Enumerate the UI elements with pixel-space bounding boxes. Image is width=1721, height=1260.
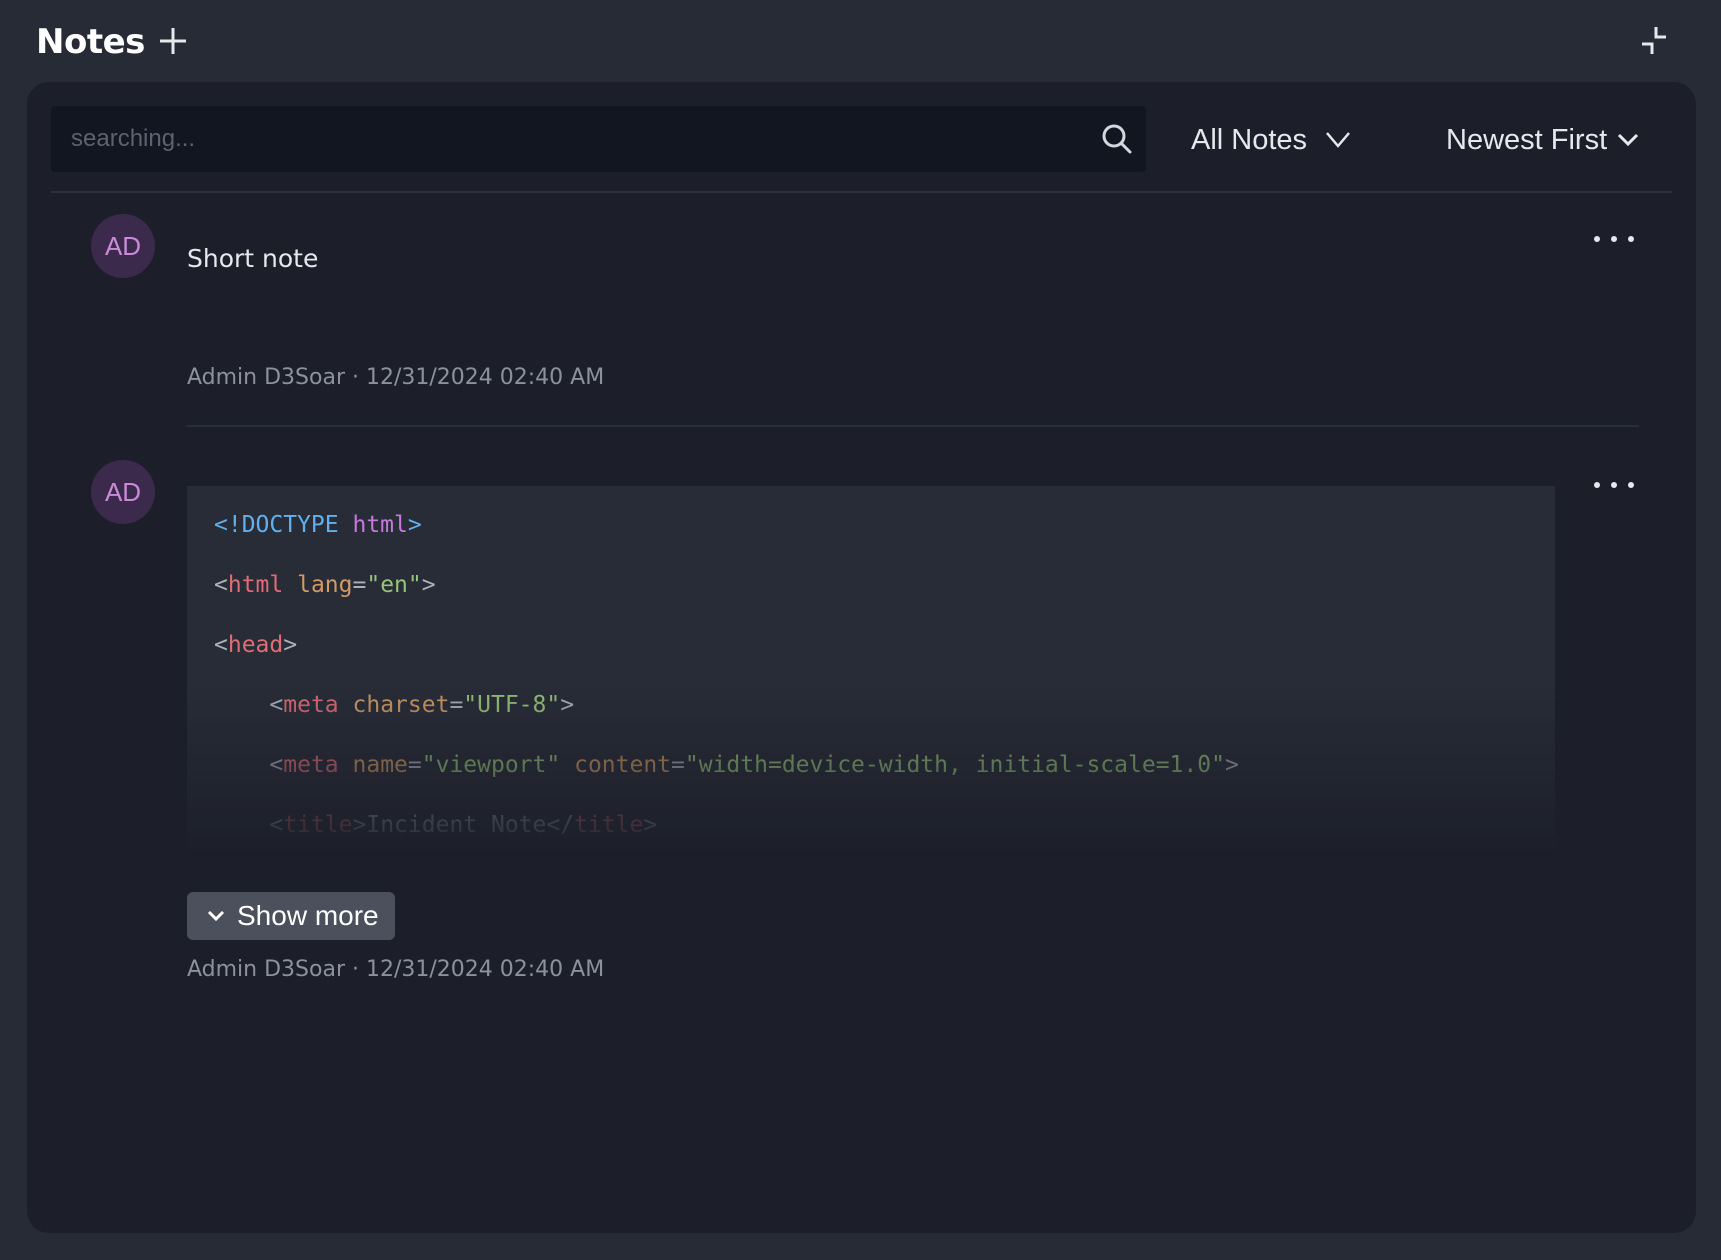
collapse-button[interactable] <box>1636 24 1672 60</box>
search-input[interactable] <box>51 106 1091 172</box>
code-line: <title>Incident Note</title> <box>269 812 658 838</box>
code-line: <meta charset="UTF-8"> <box>269 692 575 718</box>
dot-icon <box>1628 236 1634 242</box>
code-line: <head> <box>214 632 298 658</box>
chevron-down-icon <box>207 910 225 922</box>
sort-label: Newest First <box>1446 123 1608 156</box>
search-icon[interactable] <box>1101 123 1133 155</box>
dot-icon <box>1611 236 1617 242</box>
note-meta: Admin D3Soar · 12/31/2024 02:40 AM <box>187 957 605 982</box>
code-line: <html lang="en"> <box>214 572 436 598</box>
note-menu-button[interactable] <box>1589 224 1639 254</box>
code-line: <!DOCTYPE html> <box>214 512 422 538</box>
chevron-down-icon <box>1618 133 1639 147</box>
chevron-down-icon <box>1326 132 1351 148</box>
code-line: <meta name="viewport" content="width=dev… <box>269 752 1239 778</box>
add-note-button[interactable] <box>156 24 190 58</box>
avatar: AD <box>91 214 155 278</box>
page-title: Notes <box>36 22 145 62</box>
note-divider <box>187 425 1639 427</box>
search-box <box>51 106 1146 172</box>
sort-dropdown[interactable]: Newest First <box>1446 122 1639 158</box>
collapse-icon <box>1642 27 1666 54</box>
notes-filter-dropdown[interactable]: All Notes <box>1191 122 1351 158</box>
show-more-label: Show more <box>237 900 379 931</box>
notes-toolbar: All Notes Newest First <box>51 106 1671 172</box>
notes-header: Notes <box>0 0 1721 82</box>
dot-icon <box>1611 482 1617 488</box>
code-block: <!DOCTYPE html> <html lang="en"> <head> … <box>187 486 1555 850</box>
dot-icon <box>1594 236 1600 242</box>
dot-icon <box>1594 482 1600 488</box>
show-more-button[interactable]: Show more <box>187 892 395 940</box>
note-text: Short note <box>187 244 319 273</box>
plus-icon <box>160 28 186 54</box>
notes-panel: All Notes Newest First AD Short note Adm… <box>27 82 1696 1233</box>
note-menu-button[interactable] <box>1589 470 1639 500</box>
dot-icon <box>1628 482 1634 488</box>
avatar: AD <box>91 460 155 524</box>
filter-label: All Notes <box>1191 123 1308 156</box>
toolbar-divider <box>51 191 1672 193</box>
note-meta: Admin D3Soar · 12/31/2024 02:40 AM <box>187 365 605 390</box>
